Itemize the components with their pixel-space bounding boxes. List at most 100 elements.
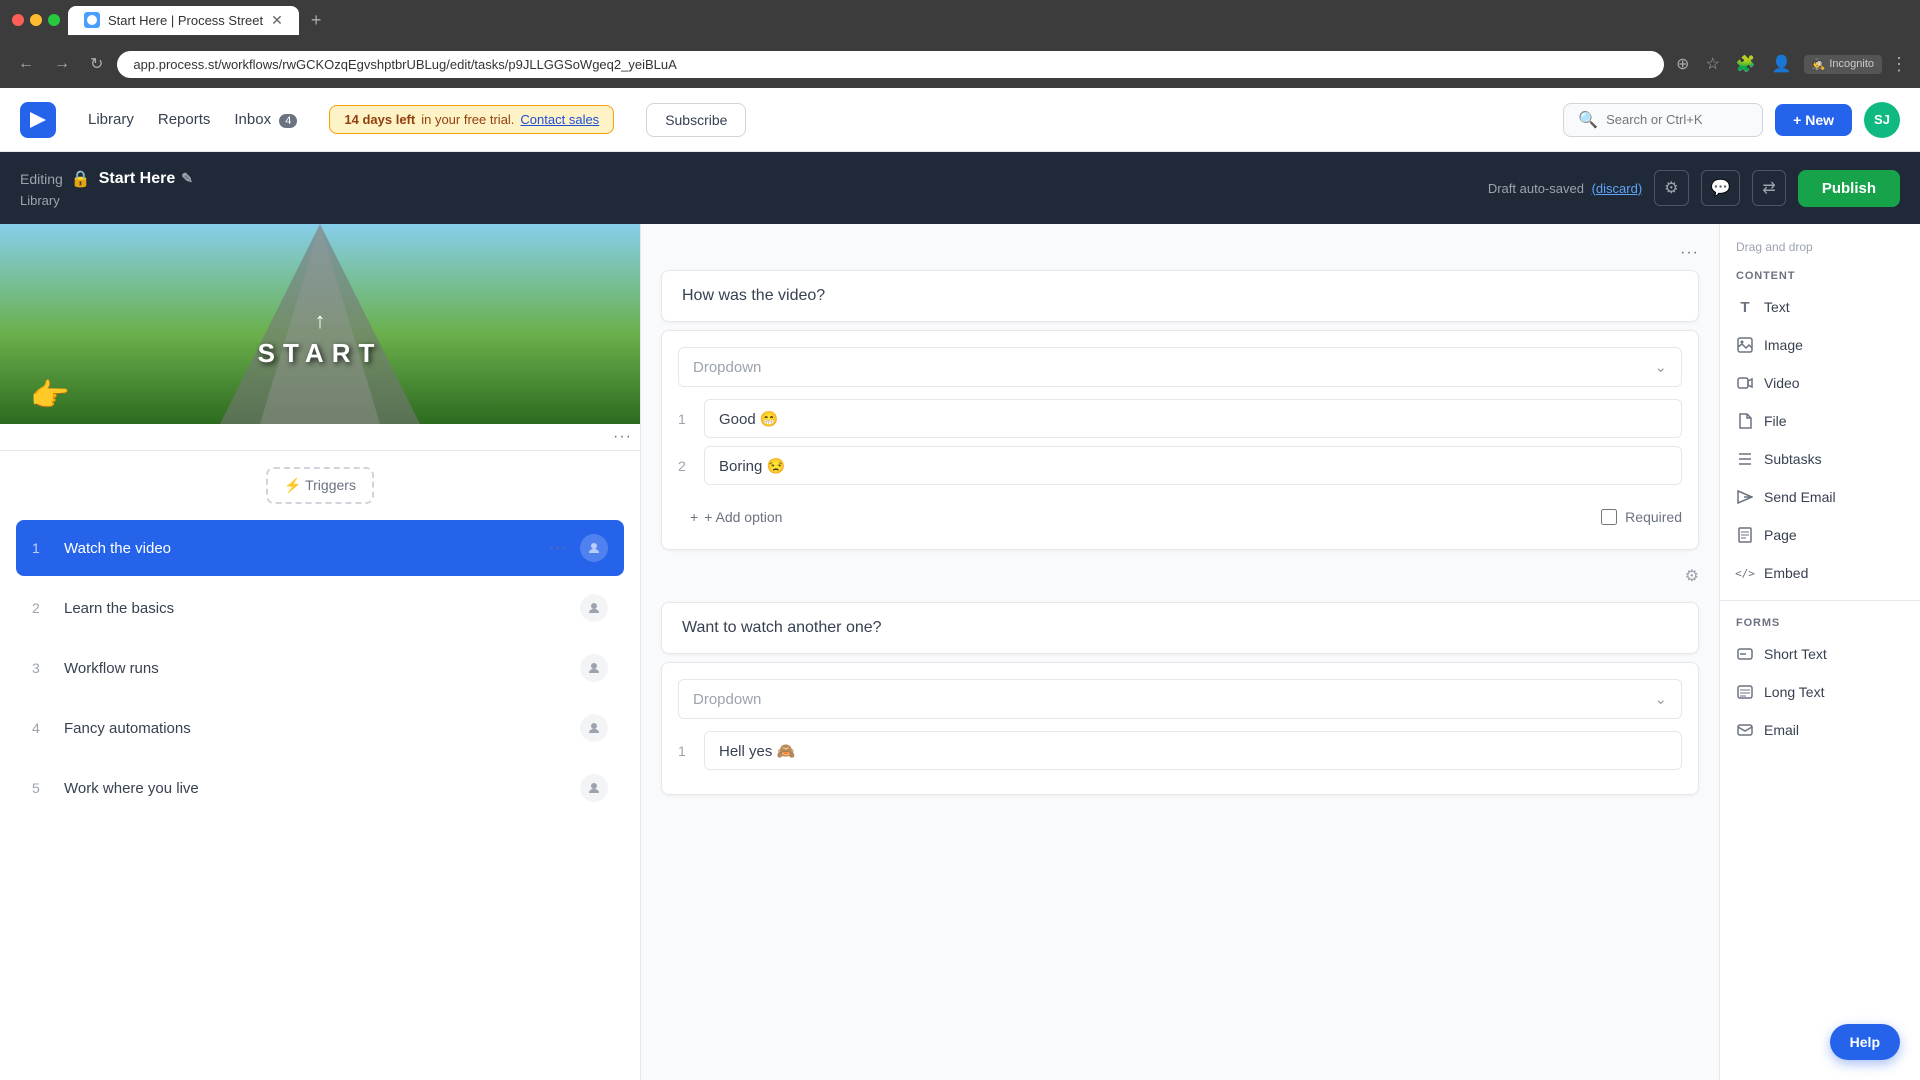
dropdown-toggle-2[interactable]: Dropdown ⌄ [678, 679, 1682, 719]
edit-workflow-icon[interactable]: ✎ [181, 170, 193, 187]
chevron-down-icon: ⌄ [1654, 358, 1667, 376]
task-item[interactable]: 4 Fancy automations [16, 700, 624, 756]
task-item[interactable]: 1 Watch the video ··· [16, 520, 624, 576]
breadcrumb: Editing 🔒 Start Here ✎ Library [20, 169, 193, 208]
app: Library Reports Inbox 4 14 days left in … [0, 88, 1920, 1080]
settings-icon-btn[interactable]: ⚙ [1654, 170, 1688, 206]
new-tab-btn[interactable]: + [311, 10, 322, 31]
center-panel: ··· How was the video? Dropdown ⌄ 1 [640, 224, 1720, 1080]
add-option-row: + + Add option Required [678, 493, 1682, 533]
triggers-button[interactable]: ⚡ Triggers [266, 467, 374, 504]
search-icon: 🔍 [1578, 110, 1598, 130]
contact-sales-link[interactable]: Contact sales [520, 112, 599, 127]
task-avatar [580, 774, 608, 802]
dropdown-toggle-1[interactable]: Dropdown ⌄ [678, 347, 1682, 387]
avatar[interactable]: SJ [1864, 102, 1900, 138]
publish-button[interactable]: Publish [1798, 170, 1900, 207]
form-section-1: How was the video? Dropdown ⌄ 1 2 [661, 270, 1699, 550]
add-option-button[interactable]: + + Add option [678, 501, 794, 533]
sub-header-actions: Draft auto-saved (discard) ⚙ 💬 ⇄ Publish [1488, 170, 1900, 207]
task-avatar [580, 594, 608, 622]
required-label: Required [1625, 509, 1682, 525]
forward-btn[interactable]: → [48, 51, 76, 77]
draft-status: Draft auto-saved (discard) [1488, 181, 1642, 196]
task-menu-btn[interactable]: ··· [549, 539, 568, 557]
sidebar-item-embed[interactable]: </> Embed [1720, 554, 1920, 592]
subscribe-button[interactable]: Subscribe [646, 103, 746, 137]
nav-inbox[interactable]: Inbox 4 [234, 107, 297, 132]
dropdown-widget-1: Dropdown ⌄ 1 2 [661, 330, 1699, 550]
logo-svg [20, 102, 56, 138]
task-avatar [580, 654, 608, 682]
main-content: START ↑ 👉 ··· ⚡ Triggers 1 Watch the vid… [0, 224, 1920, 1080]
chevron-down-icon-2: ⌄ [1654, 690, 1667, 708]
cast-icon[interactable]: ⊕ [1672, 50, 1693, 78]
option-row: 2 [678, 446, 1682, 485]
sidebar-item-image[interactable]: Image [1720, 326, 1920, 364]
sidebar-item-page[interactable]: Page [1720, 516, 1920, 554]
sidebar-item-short-text[interactable]: Short Text [1720, 635, 1920, 673]
bookmark-icon[interactable]: ☆ [1701, 50, 1723, 78]
discard-link[interactable]: (discard) [1592, 181, 1643, 196]
task-avatar [580, 714, 608, 742]
search-box[interactable]: 🔍 [1563, 103, 1763, 137]
help-button[interactable]: Help [1830, 1024, 1900, 1060]
task-name: Work where you live [64, 780, 568, 797]
editing-info: Editing 🔒 Start Here ✎ [20, 169, 193, 189]
extensions-icon[interactable]: 🧩 [1732, 50, 1760, 78]
option-input-2[interactable] [704, 446, 1682, 485]
task-name: Learn the basics [64, 600, 568, 617]
sidebar-item-long-text[interactable]: Long Text [1720, 673, 1920, 711]
search-input[interactable] [1606, 112, 1746, 127]
option-number: 2 [678, 458, 694, 474]
video-icon [1736, 374, 1754, 392]
nav-library[interactable]: Library [88, 107, 134, 132]
hero-menu-btn[interactable]: ··· [613, 428, 632, 446]
form1-title: How was the video? [661, 270, 1699, 322]
tab-close-btn[interactable]: ✕ [271, 12, 283, 29]
minimize-btn[interactable] [30, 14, 42, 26]
task-name: Workflow runs [64, 660, 568, 677]
option-wrapper-2: 1 [678, 731, 1682, 770]
task-item[interactable]: 2 Learn the basics [16, 580, 624, 636]
close-btn[interactable] [12, 14, 24, 26]
workflow-name: Start Here ✎ [99, 170, 193, 188]
option-input-3[interactable] [704, 731, 1682, 770]
option-wrapper-1: 1 2 [678, 399, 1682, 485]
required-checkbox[interactable] [1601, 509, 1617, 525]
short-text-icon [1736, 645, 1754, 663]
nav-reports[interactable]: Reports [158, 107, 211, 132]
nav-extras: ⊕ ☆ 🧩 👤 🕵 Incognito ⋮ [1672, 50, 1908, 78]
content-section-header: CONTENT [1720, 262, 1920, 288]
maximize-btn[interactable] [48, 14, 60, 26]
new-button[interactable]: + New [1775, 104, 1852, 136]
sidebar-item-file[interactable]: File [1720, 402, 1920, 440]
profile-icon[interactable]: 👤 [1768, 50, 1796, 78]
comment-icon-btn[interactable]: 💬 [1701, 170, 1741, 206]
browser-menu-btn[interactable]: ⋮ [1890, 54, 1908, 75]
gear-float-icon[interactable]: ⚙ [1685, 566, 1699, 586]
sidebar-item-send-email[interactable]: Send Email [1720, 478, 1920, 516]
option-input-1[interactable] [704, 399, 1682, 438]
browser-titlebar: Start Here | Process Street ✕ + [0, 0, 1920, 40]
long-text-icon [1736, 683, 1754, 701]
main-nav: Library Reports Inbox 4 [88, 107, 297, 132]
shuffle-icon-btn[interactable]: ⇄ [1752, 170, 1785, 206]
sidebar-item-email[interactable]: Email [1720, 711, 1920, 749]
send-email-icon [1736, 488, 1754, 506]
logo[interactable] [20, 102, 56, 138]
task-list: 1 Watch the video ··· 2 Learn the basics… [0, 520, 640, 816]
sidebar-item-subtasks[interactable]: Subtasks [1720, 440, 1920, 478]
triggers-section: ⚡ Triggers [0, 451, 640, 520]
task-item[interactable]: 3 Workflow runs [16, 640, 624, 696]
url-text: app.process.st/workflows/rwGCKOzqEgvshpt… [133, 57, 676, 72]
back-btn[interactable]: ← [12, 51, 40, 77]
sidebar-item-video[interactable]: Video [1720, 364, 1920, 402]
task-item[interactable]: 5 Work where you live [16, 760, 624, 816]
browser-tab[interactable]: Start Here | Process Street ✕ [68, 6, 299, 35]
address-bar[interactable]: app.process.st/workflows/rwGCKOzqEgvshpt… [117, 51, 1664, 78]
refresh-btn[interactable]: ↻ [84, 50, 109, 78]
center-menu-btn[interactable]: ··· [1680, 244, 1699, 262]
sidebar-item-text[interactable]: T Text [1720, 288, 1920, 326]
trial-days: 14 days left [344, 112, 415, 127]
